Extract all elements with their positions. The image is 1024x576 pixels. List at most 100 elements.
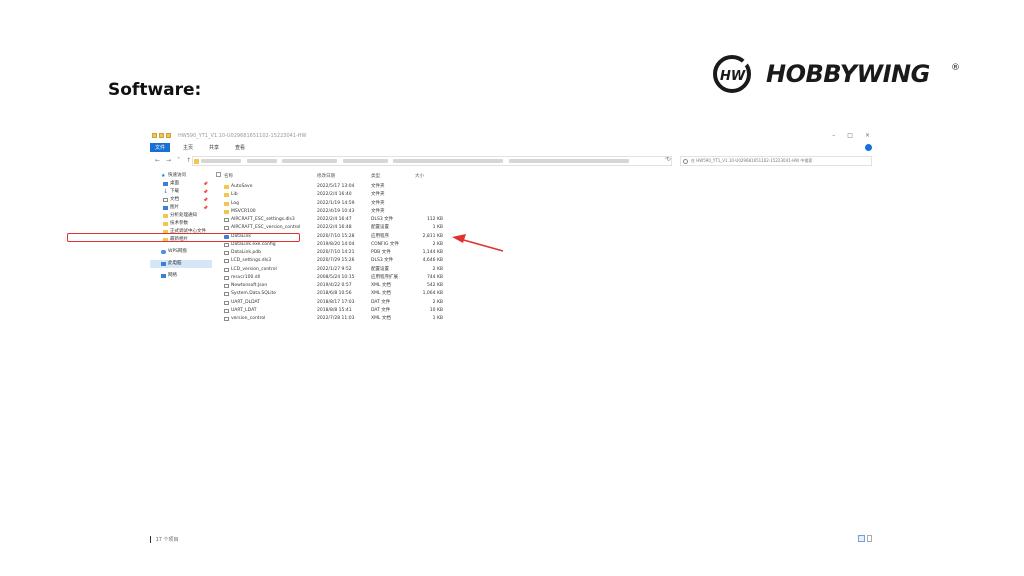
search-icon <box>683 159 688 164</box>
pc-icon <box>161 262 166 266</box>
search-box[interactable]: 在 HW590_YT1_V1.10-U029681651102-15223041… <box>680 156 872 166</box>
file-icon <box>224 308 229 313</box>
minimize-button[interactable]: – <box>832 132 835 139</box>
hobbywing-logo: HW HOBBYWING ® <box>710 50 962 100</box>
sidebar-item-label: 技术参数 <box>170 221 188 226</box>
folder-icon <box>163 222 168 226</box>
file-size: 744 KB <box>426 274 443 280</box>
tab-file[interactable]: 文件 <box>150 143 171 152</box>
column-header-date[interactable]: 修改日期 <box>317 173 335 179</box>
back-arrow-icon[interactable]: ← <box>155 157 160 164</box>
file-name: Newtonsoft.Json <box>231 283 268 288</box>
details-view-icon[interactable] <box>858 535 865 542</box>
file-row[interactable]: LCD_settings.dls3 2020/7/29 15:26 DLS3 文件 4… <box>213 257 873 265</box>
file-row[interactable]: DataLink.exe.config 2019/8/20 14:04 CONFIG… <box>213 241 873 249</box>
address-row: ← → ˅ ↑ ˅ ↻ 在 HW590_YT1_V1.10-U029681651… <box>150 156 874 166</box>
desktop-icon <box>163 182 168 186</box>
tab-home[interactable]: 主页 <box>180 143 196 152</box>
sidebar-item-this-pc[interactable]: 此电脑 <box>150 260 212 268</box>
file-type: 配置设置 <box>371 266 389 272</box>
close-button[interactable]: × <box>865 132 870 139</box>
file-row[interactable]: DataLink.pdb 2020/7/10 14:21 PDB 文件 1,144 K… <box>213 249 873 257</box>
navigation-buttons: ← → ˅ ↑ <box>155 157 191 164</box>
sidebar-item-downloads[interactable]: ↓ 下载 📌 <box>150 188 212 196</box>
column-header-size[interactable]: 大小 <box>415 173 424 179</box>
file-icon <box>224 259 229 264</box>
select-all-checkbox[interactable] <box>216 172 221 177</box>
file-row[interactable]: Log 2022/1/19 14:59 文件夹 <box>213 200 873 208</box>
pin-icon: 📌 <box>203 205 208 210</box>
large-icons-view-icon[interactable] <box>867 535 872 542</box>
file-size: 112 KB <box>426 217 443 222</box>
sidebar-item-label: 此电脑 <box>168 261 182 266</box>
file-name: Log <box>231 200 240 206</box>
refresh-icon[interactable]: ↻ <box>666 156 671 163</box>
file-row[interactable]: Lib 2022/2/4 16:40 文件夹 <box>213 191 873 199</box>
blurred-path-segment <box>246 159 277 163</box>
file-name: System.Data.SQLite <box>231 291 277 297</box>
file-icon <box>224 275 229 280</box>
sidebar-item-documents[interactable]: 文档 📌 <box>150 196 212 204</box>
window-controls: – □ × <box>832 132 870 139</box>
file-size: 4,646 KB <box>422 258 443 264</box>
address-bar[interactable]: ˅ <box>192 156 672 166</box>
file-name: AutoSave <box>231 184 253 189</box>
blurred-path-segment <box>201 159 241 163</box>
hw-emblem-icon: HW <box>713 55 752 93</box>
sidebar-item-desktop[interactable]: 桌面 📌 <box>150 180 212 188</box>
tab-share[interactable]: 共享 <box>206 143 222 152</box>
file-row[interactable]: msvcr100.dll 2008/5/24 10:15 应用程序扩展 744 KB <box>213 274 873 282</box>
file-date: 2022/1/27 9:52 <box>317 266 352 272</box>
sidebar-item-label: 快速访问 <box>168 173 186 178</box>
folder-icon[interactable] <box>152 133 157 138</box>
folder-icon[interactable] <box>159 133 164 138</box>
file-icon <box>224 218 229 222</box>
sidebar-item-folder[interactable]: 分析处理通知 <box>150 212 212 220</box>
file-row[interactable]: UART_DLDAT 2018/8/17 17:03 DAT 文件 2 KB <box>213 299 873 307</box>
sidebar-item-label: 图片 <box>170 205 179 210</box>
status-bar: 17 个项目 <box>150 536 179 543</box>
tab-view[interactable]: 查看 <box>232 143 248 152</box>
sidebar-item-quick-access[interactable]: ★ 快速访问 <box>150 172 212 180</box>
file-type: DAT 文件 <box>371 299 391 305</box>
maximize-button[interactable]: □ <box>847 132 853 139</box>
sidebar-item-label: 文档 <box>170 197 179 202</box>
cloud-icon <box>161 250 166 254</box>
sidebar-item-wps-cloud[interactable]: WPS网盘 <box>150 248 212 256</box>
file-type: PDB 文件 <box>371 250 391 255</box>
file-name: DataLink.pdb <box>231 250 261 255</box>
file-date: 2008/5/24 10:15 <box>317 274 355 280</box>
file-name: MSVCR100 <box>231 208 256 214</box>
file-row[interactable]: AIRCRAFT_ESC_settings.dls3 2022/2/4 16:47… <box>213 216 873 224</box>
folder-icon[interactable] <box>166 133 171 138</box>
sidebar-item-network[interactable]: 网络 <box>150 272 212 280</box>
help-icon[interactable] <box>865 144 872 151</box>
file-row[interactable]: Newtonsoft.Json 2019/4/22 0:57 XML 文档 542 K… <box>213 282 873 290</box>
file-row[interactable]: LCD_version_control 2022/1/27 9:52 配置设置 2 K… <box>213 266 873 274</box>
up-arrow-icon[interactable]: ↑ <box>186 157 191 164</box>
column-header-name[interactable]: 名称 <box>224 173 233 179</box>
file-row[interactable]: System.Data.SQLite 2018/6/8 10:56 XML 文档 1,… <box>213 290 873 298</box>
file-row[interactable]: UART_LDAT 2018/8/8 15:41 DAT 文件 10 KB <box>213 307 873 315</box>
sidebar-item-pictures[interactable]: 图片 📌 <box>150 204 212 212</box>
sidebar-item-label: 下载 <box>170 189 179 194</box>
file-type: DLS3 文件 <box>371 258 394 264</box>
file-size: 2 KB <box>432 266 443 272</box>
chevron-down-icon[interactable]: ˅ <box>177 157 180 164</box>
file-row[interactable]: version_control 2022/7/28 11:03 XML 文档 1 KB <box>213 315 873 323</box>
column-header-type[interactable]: 类型 <box>371 173 380 179</box>
file-type: XML 文档 <box>371 291 391 297</box>
file-row[interactable]: AIRCRAFT_ESC_version_control 2022/2/4 16:… <box>213 224 873 232</box>
file-name: UART_DLDAT <box>231 299 261 305</box>
file-type: 文件夹 <box>371 192 385 198</box>
file-row[interactable]: AutoSave 2022/5/17 13:04 文件夹 <box>213 183 873 191</box>
file-row[interactable]: MSVCR100 2022/4/19 10:43 文件夹 <box>213 208 873 216</box>
sidebar-item-folder[interactable]: 技术参数 <box>150 220 212 228</box>
file-icon <box>224 226 229 231</box>
file-row[interactable]: DataLink 2020/7/10 15:28 应用程序 2,811 KB <box>213 233 873 241</box>
forward-arrow-icon[interactable]: → <box>166 157 171 164</box>
file-size: 2,811 KB <box>422 233 443 239</box>
file-icon <box>224 292 229 297</box>
file-date: 2022/1/19 14:59 <box>317 200 355 206</box>
file-name: AIRCRAFT_ESC_version_control <box>231 225 301 231</box>
